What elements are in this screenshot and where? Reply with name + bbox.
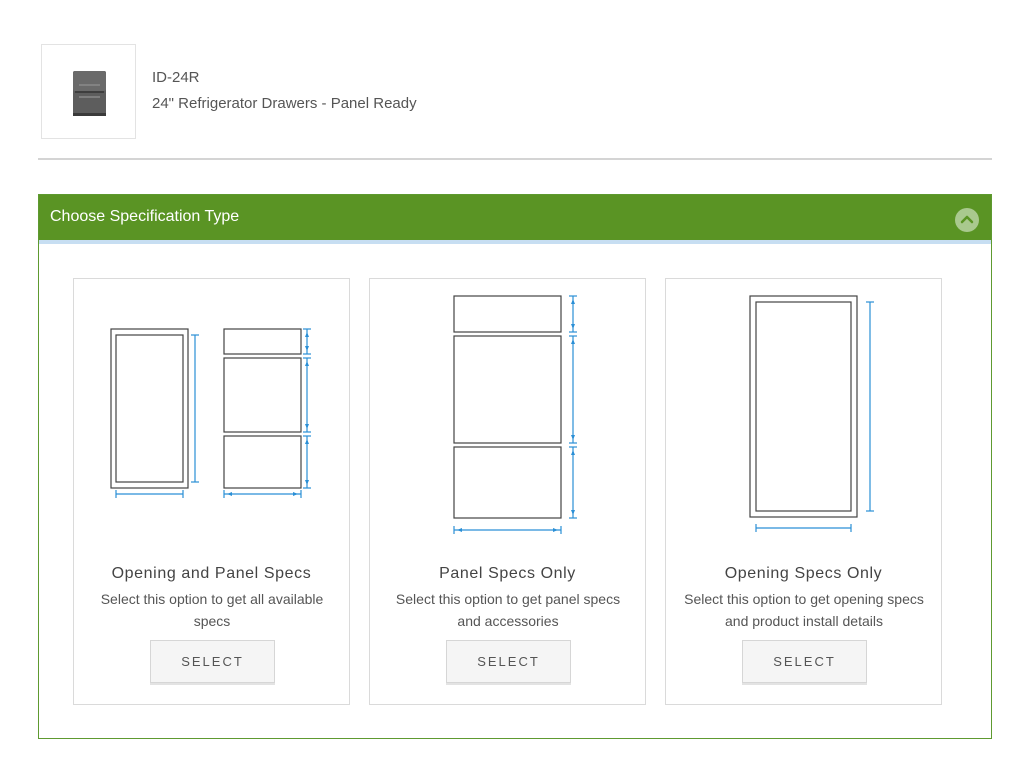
product-thumbnail xyxy=(41,44,136,139)
card-title: Opening Specs Only xyxy=(724,565,883,582)
card-title: Opening and Panel Specs xyxy=(111,565,312,582)
product-name: 24" Refrigerator Drawers - Panel Ready xyxy=(152,95,417,112)
card-panel-specs-only[interactable]: Panel Specs Only Select this option to g… xyxy=(369,278,646,705)
chevron-up-icon xyxy=(960,215,974,224)
panel-title: Choose Specification Type xyxy=(50,208,240,225)
card-description: Select this option to get all available … xyxy=(100,591,324,629)
card-description: Select this option to get panel specs an… xyxy=(395,591,621,629)
card-description: Select this option to get opening specs … xyxy=(684,591,924,629)
card-opening-specs-only[interactable]: Opening Specs Only Select this option to… xyxy=(665,278,942,705)
opening-diagram-icon xyxy=(749,295,874,532)
select-panel-only-button[interactable]: SELECT xyxy=(446,640,571,683)
panel-header[interactable]: Choose Specification Type xyxy=(39,195,991,244)
collapse-button[interactable] xyxy=(955,208,979,232)
select-opening-and-panel-button[interactable]: SELECT xyxy=(150,640,275,683)
card-title: Panel Specs Only xyxy=(439,565,576,582)
refrigerator-drawers-icon xyxy=(73,71,106,116)
card-opening-and-panel-specs[interactable]: Opening and Panel Specs Select this opti… xyxy=(73,278,350,705)
opening-and-panel-diagram-icon xyxy=(110,328,311,498)
product-model: ID-24R xyxy=(152,69,200,86)
spec-type-panel: Choose Specification Type Opening and Pa… xyxy=(38,194,992,739)
divider xyxy=(38,158,992,160)
panel-diagram-icon xyxy=(453,295,577,534)
select-opening-only-button[interactable]: SELECT xyxy=(742,640,867,683)
